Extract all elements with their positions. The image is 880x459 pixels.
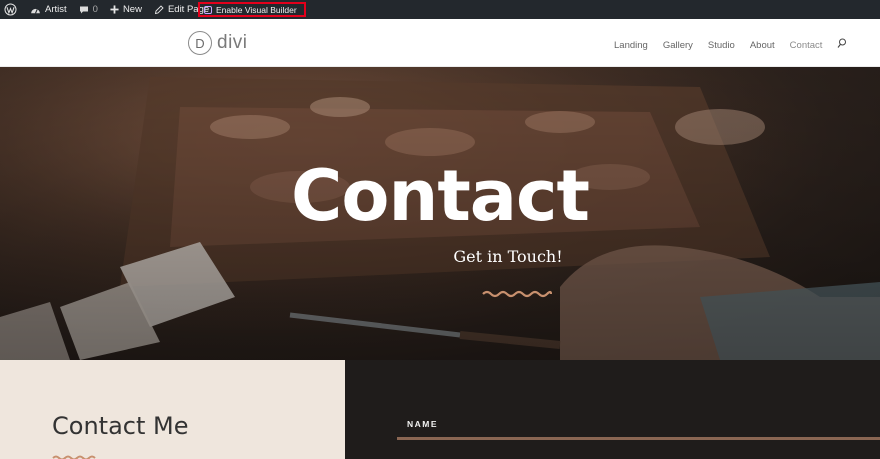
logo-mark: D [188,31,212,55]
search-button[interactable] [837,38,847,52]
site-header: D divi Landing Gallery Studio About Cont… [0,19,880,67]
hero-subtitle: Get in Touch! [453,247,563,266]
hero-section: Contact Get in Touch! [0,67,880,360]
search-icon [837,38,847,48]
nav-item-studio[interactable]: Studio [708,40,735,51]
name-field-label: NAME [407,419,439,429]
site-name-label: Artist [45,4,67,15]
admin-bar: Artist 0 New Edit Page Enable Visual Bui… [0,0,880,19]
plus-icon [110,5,119,14]
contact-info-panel: Contact Me [0,360,345,459]
wave-divider-icon [482,290,552,298]
nav-item-contact[interactable]: Contact [790,40,823,51]
site-name-link[interactable]: Artist [24,0,73,19]
nav-item-gallery[interactable]: Gallery [663,40,693,51]
new-content-link[interactable]: New [104,0,148,19]
comments-count: 0 [92,4,98,15]
name-input[interactable] [397,437,880,440]
enable-visual-builder-button[interactable]: Enable Visual Builder [198,2,306,17]
visual-builder-icon [204,5,212,14]
dashboard-icon [31,8,40,14]
site-logo[interactable]: D divi [188,31,248,55]
logo-text: divi [217,32,248,53]
contact-heading: Contact Me [52,412,189,440]
nav-item-about[interactable]: About [750,40,775,51]
visual-builder-label: Enable Visual Builder [216,4,297,15]
small-wave-icon [52,455,96,459]
wordpress-logo-button[interactable] [0,0,24,19]
comment-icon [79,6,88,13]
main-nav: Landing Gallery Studio About Contact [614,38,847,52]
wordpress-icon [4,3,17,16]
new-label: New [122,4,142,15]
hero-title: Contact [291,155,590,237]
comments-link[interactable]: 0 [73,0,104,19]
pencil-icon [154,4,164,14]
nav-item-landing[interactable]: Landing [614,40,648,51]
contact-form-panel: NAME [345,360,880,459]
